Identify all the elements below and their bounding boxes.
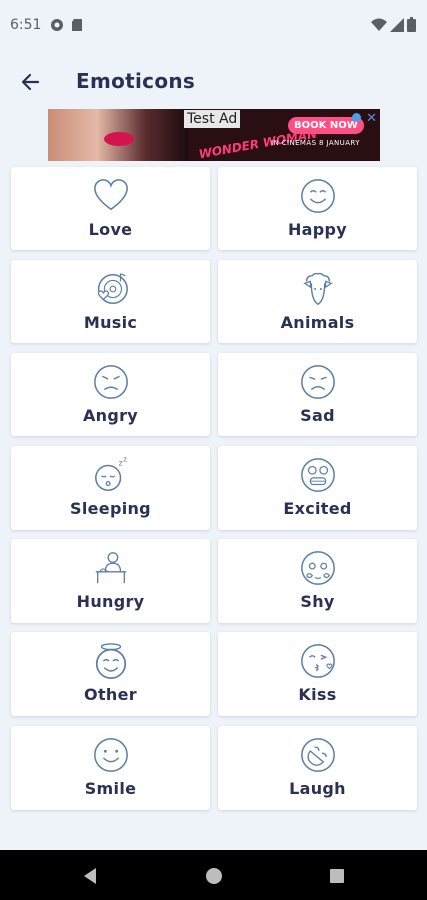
nav-recents-icon[interactable] xyxy=(329,867,345,885)
system-navigation-bar xyxy=(0,850,427,900)
category-card-sad[interactable]: Sad xyxy=(218,353,417,436)
category-label: Kiss xyxy=(298,685,337,704)
app-notification-icon xyxy=(51,19,63,31)
angel-face-icon xyxy=(95,643,126,679)
category-card-other[interactable]: Other xyxy=(11,632,210,716)
ad-subline: IN CINEMAS 8 JANUARY xyxy=(271,139,360,147)
category-label: Angry xyxy=(82,406,139,425)
category-label: Love xyxy=(88,220,133,239)
excited-face-icon xyxy=(300,458,335,492)
category-card-angry[interactable]: Angry xyxy=(11,353,210,436)
category-card-music[interactable]: Music xyxy=(11,260,210,343)
sleeping-face-icon: zz xyxy=(94,456,127,491)
music-vinyl-icon xyxy=(97,273,128,305)
category-label: Sleeping xyxy=(70,499,151,518)
app-bar: Emoticons xyxy=(0,55,427,109)
category-label: Sad xyxy=(300,406,335,425)
sheep-icon xyxy=(302,272,333,306)
category-card-kiss[interactable]: Kiss xyxy=(218,632,417,716)
category-card-excited[interactable]: Excited xyxy=(218,446,417,530)
category-card-animals[interactable]: Animals xyxy=(218,260,417,343)
signal-icon xyxy=(390,18,404,32)
category-label: Hungry xyxy=(76,592,145,611)
status-time: 6:51 xyxy=(10,17,42,33)
category-card-happy[interactable]: Happy xyxy=(218,167,417,250)
battery-icon xyxy=(407,17,416,32)
category-card-love[interactable]: Love xyxy=(11,167,210,250)
ad-close-icon[interactable]: ✕ xyxy=(366,111,377,126)
category-label: Laugh xyxy=(289,779,346,798)
smile-face-icon xyxy=(93,738,128,772)
page-title: Emoticons xyxy=(76,69,196,93)
angry-face-icon xyxy=(93,365,128,399)
category-label: Other xyxy=(84,685,137,704)
sad-face-icon xyxy=(300,365,335,399)
nav-back-icon[interactable] xyxy=(82,867,98,885)
category-label: Happy xyxy=(287,220,348,239)
category-label: Shy xyxy=(300,592,335,611)
category-label: Smile xyxy=(84,779,137,798)
hungry-person-icon xyxy=(95,552,126,584)
wifi-icon xyxy=(371,18,387,31)
back-arrow-icon[interactable] xyxy=(16,67,46,97)
kiss-face-icon xyxy=(300,644,335,678)
category-card-shy[interactable]: Shy xyxy=(218,539,417,623)
category-card-smile[interactable]: Smile xyxy=(11,726,210,810)
nav-home-icon[interactable] xyxy=(205,867,223,885)
category-card-laugh[interactable]: Laugh xyxy=(218,726,417,810)
ad-test-tag: Test Ad xyxy=(184,110,241,128)
category-label: Animals xyxy=(280,313,355,332)
category-label: Excited xyxy=(283,499,352,518)
category-card-sleeping[interactable]: zz Sleeping xyxy=(11,446,210,530)
status-bar: 6:51 xyxy=(0,0,427,50)
category-card-hungry[interactable]: Hungry xyxy=(11,539,210,623)
ad-banner[interactable]: Test Ad WONDER WOMAN BOOK NOW IN CINEMAS… xyxy=(48,109,380,161)
laugh-face-icon xyxy=(300,738,335,772)
svg-text:z: z xyxy=(118,459,122,468)
ad-lips-graphic xyxy=(104,132,134,146)
svg-text:z: z xyxy=(123,456,127,464)
adchoices-icon[interactable] xyxy=(352,113,361,122)
sd-card-icon xyxy=(72,19,82,31)
heart-icon xyxy=(93,179,128,211)
category-label: Music xyxy=(83,313,138,332)
happy-face-icon xyxy=(300,179,335,213)
shy-face-icon xyxy=(300,551,335,585)
